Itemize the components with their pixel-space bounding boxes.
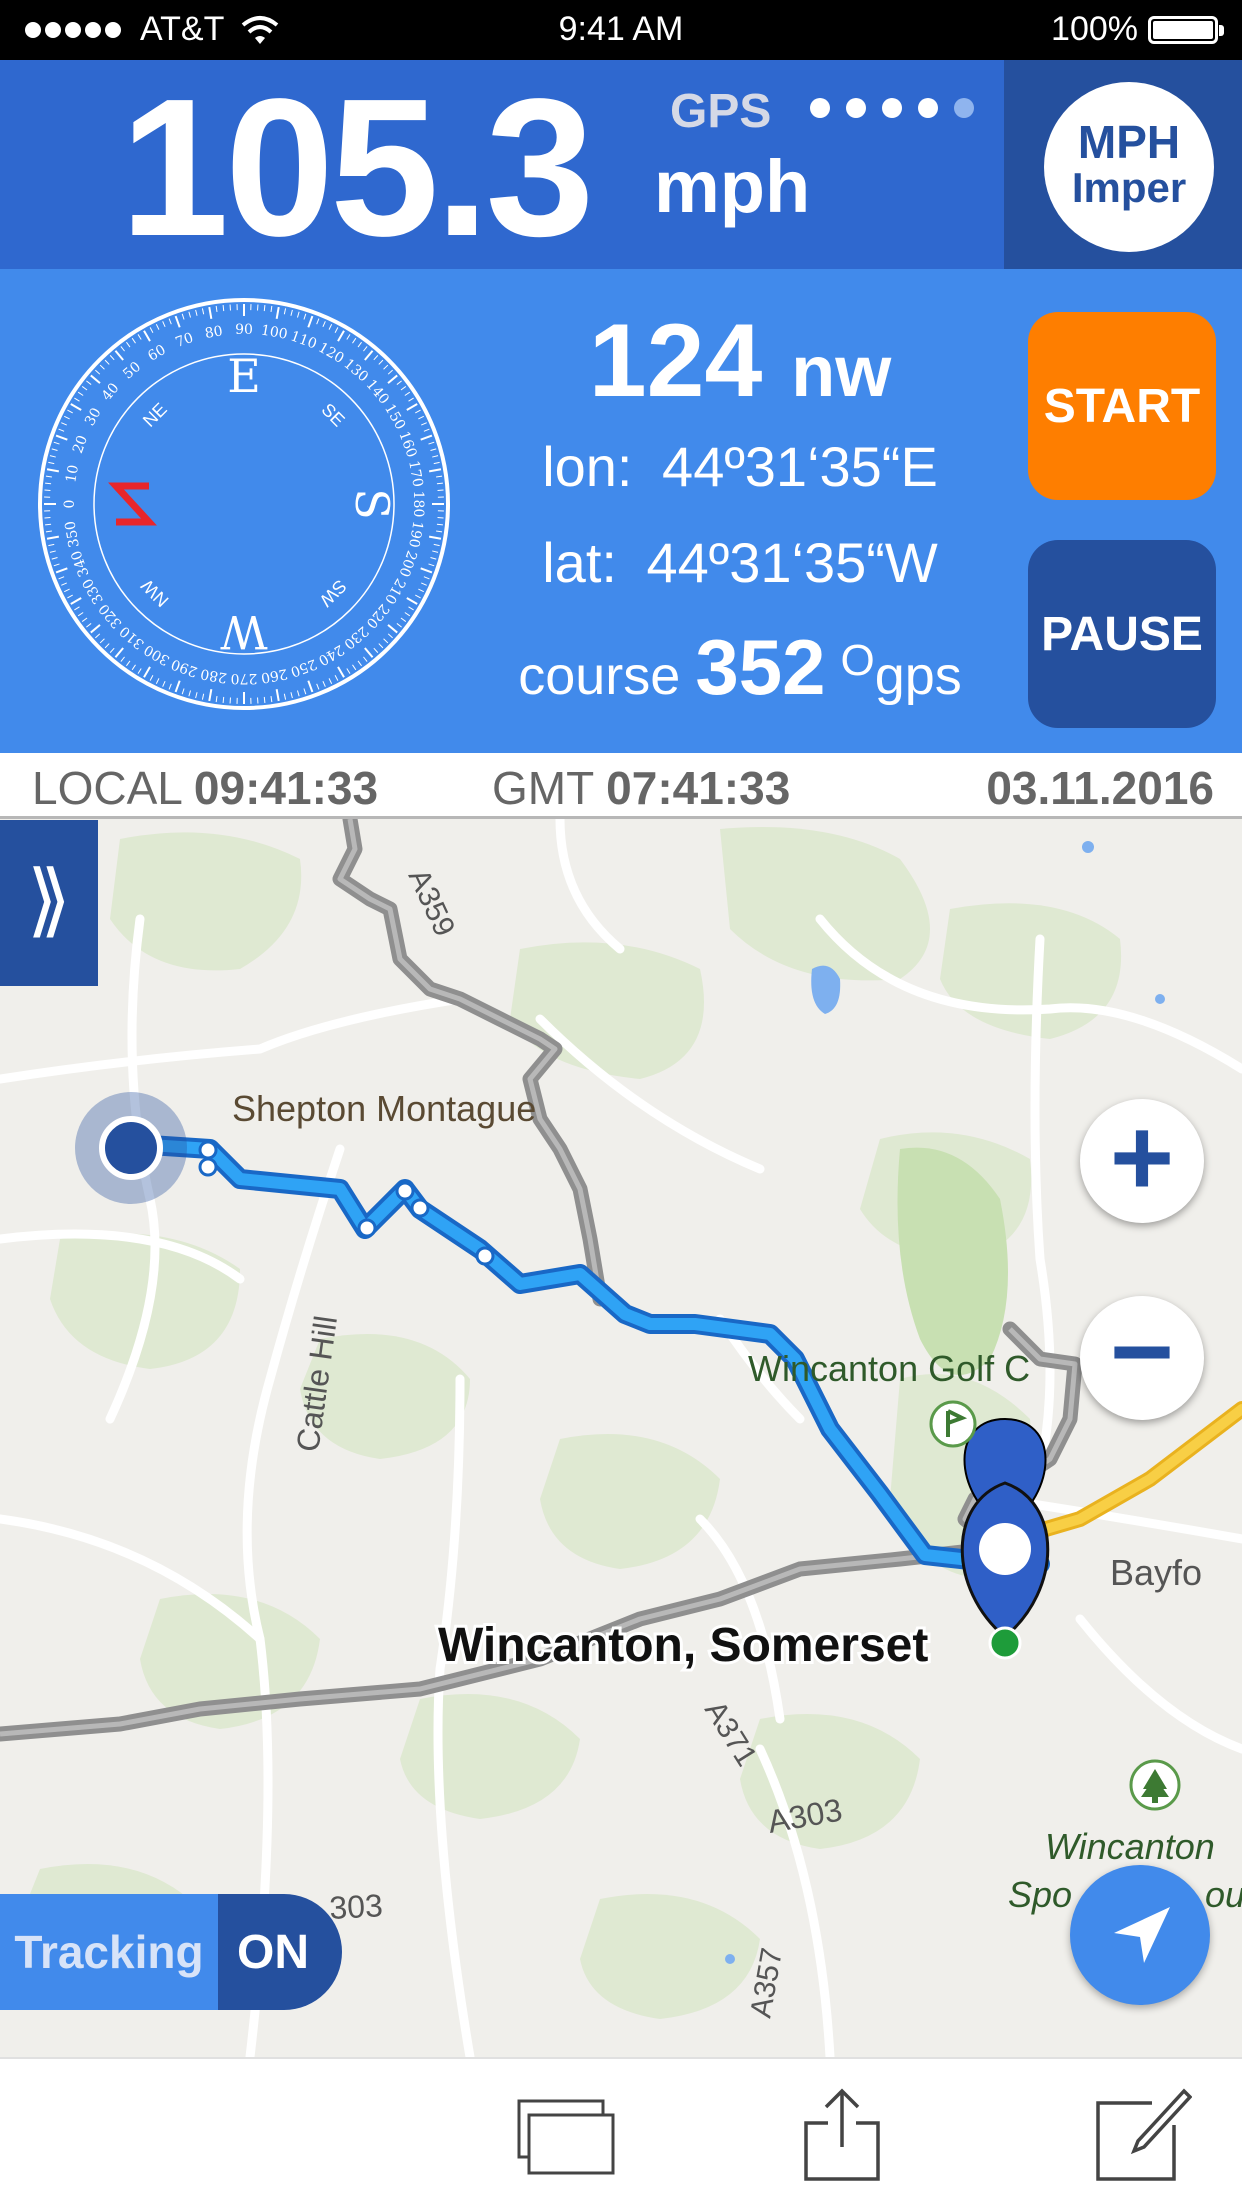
place-label-shepton: Shepton Montague <box>232 1088 536 1129</box>
share-icon[interactable] <box>800 2085 884 2185</box>
speed-value: 105.3 <box>120 58 594 277</box>
destination-pin-icon[interactable] <box>960 1417 1050 1660</box>
gps-strength-dot <box>846 98 866 118</box>
heading-direction: nw <box>791 332 892 412</box>
course-unit: gps <box>874 646 962 706</box>
map-canvas[interactable]: Shepton Montague Wincanton Golf C Wincan… <box>0 819 1242 2057</box>
battery-group: 100% <box>1051 10 1224 49</box>
place-label-bayford: Bayfo <box>1110 1552 1202 1593</box>
longitude-readout: lon: 44º31‘35“E <box>470 434 1010 499</box>
degree-symbol: O <box>840 636 875 685</box>
time-bar: LOCAL 09:41:33 GMT 07:41:33 03.11.2016 <box>0 753 1242 819</box>
course-label: course <box>518 646 681 706</box>
place-label-wincanton: Wincanton, Somerset <box>438 1619 928 1672</box>
compass-degree-label: 180 <box>410 491 426 518</box>
compass-tick <box>45 482 52 485</box>
gmt-time-label: GMT <box>492 762 594 814</box>
edit-icon[interactable] <box>1092 2085 1192 2185</box>
gps-strength-dot <box>882 98 902 118</box>
unit-toggle-button[interactable]: MPH Imper <box>1044 82 1214 252</box>
local-time-value: 09:41:33 <box>193 762 379 814</box>
tracking-state: ON <box>218 1894 342 2010</box>
zoom-in-button[interactable]: + <box>1080 1099 1204 1223</box>
tree-icon <box>1129 1759 1181 1811</box>
route-waypoint[interactable] <box>198 1157 218 1177</box>
local-time-label: LOCAL <box>32 762 182 814</box>
compass-tick <box>222 305 225 312</box>
current-location-dot[interactable] <box>99 1116 163 1180</box>
road-label-a359: A359 <box>402 864 462 941</box>
lon-label: lon: <box>542 435 633 498</box>
unit-button-line2: Imper <box>1071 164 1187 211</box>
status-bar: AT&T 9:41 AM 100% <box>0 0 1242 60</box>
map-view[interactable]: Shepton Montague Wincanton Golf C Wincan… <box>0 819 1242 2057</box>
route-waypoint[interactable] <box>357 1218 377 1238</box>
golf-icon <box>929 1400 977 1448</box>
compass-degree-label: 270 <box>231 670 258 686</box>
battery-icon <box>1148 15 1224 44</box>
compass-tick <box>263 305 266 312</box>
gmt-time-value: 07:41:33 <box>606 762 791 814</box>
compass-degree-label: 90 <box>235 322 253 338</box>
bottom-toolbar <box>0 2057 1242 2208</box>
battery-percent: 100% <box>1051 10 1138 48</box>
lat-value: 44º31‘35“W <box>646 531 938 594</box>
tracking-toggle[interactable]: Tracking ON <box>0 1894 342 2010</box>
gps-strength-dot <box>918 98 938 118</box>
route-waypoint[interactable] <box>198 1140 218 1160</box>
navigation-arrow-icon <box>1114 1907 1170 1963</box>
compass-tick <box>45 523 52 526</box>
course-readout: course 352 Ogps <box>470 622 1010 713</box>
compass-tick <box>222 696 225 703</box>
route-waypoint[interactable] <box>395 1181 415 1201</box>
gps-strength-dot <box>810 98 830 118</box>
compass-label-w: W <box>220 605 268 659</box>
local-time: LOCAL 09:41:33 <box>32 761 378 815</box>
route-waypoint[interactable] <box>475 1246 495 1266</box>
unit-button-line1: MPH <box>1077 116 1181 168</box>
my-location-button[interactable] <box>1070 1865 1210 2005</box>
windows-icon[interactable] <box>515 2097 615 2177</box>
lon-value: 44º31‘35“E <box>662 435 938 498</box>
place-label-sports1: Wincanton <box>1045 1826 1215 1867</box>
compass-tick <box>436 482 443 485</box>
gps-source-label: GPS <box>670 85 772 138</box>
route-waypoint[interactable] <box>410 1198 430 1218</box>
place-label-sports3: ou <box>1205 1874 1242 1915</box>
heading-value: 124 <box>588 303 763 419</box>
gps-strength-dot <box>954 98 974 118</box>
heading-readout: 124 nw <box>470 302 1010 421</box>
zoom-out-button[interactable]: − <box>1080 1296 1204 1420</box>
compass-degree-label: 0 <box>62 500 78 509</box>
latitude-readout: lat: 44º31‘35“W <box>470 530 1010 595</box>
place-label-golf: Wincanton Golf C <box>748 1348 1030 1389</box>
speed-unit: mph <box>654 145 811 228</box>
compass-dial: 010203040506070 80 90 100 110120130140150160… <box>38 298 450 710</box>
gps-strength-indicator <box>810 98 974 118</box>
date-value: 03.11.2016 <box>986 762 1214 814</box>
compass-label-e: E <box>227 349 261 403</box>
compass-degree-label: 10 <box>63 464 82 484</box>
place-label-sports2: Spo <box>1008 1874 1072 1915</box>
gmt-time: GMT 07:41:33 <box>492 761 790 815</box>
sidebar-toggle-button[interactable]: ⟫ <box>0 820 98 986</box>
compass-tick <box>436 523 443 526</box>
compass-degree-label: 80 <box>204 323 224 342</box>
compass-label-s: S <box>345 488 399 520</box>
tracking-label: Tracking <box>0 1894 218 2010</box>
pause-button[interactable]: PAUSE <box>1028 540 1216 728</box>
compass-tick <box>263 696 266 703</box>
course-value: 352 <box>695 623 826 711</box>
road-label-a303b: 303 <box>328 1887 383 1926</box>
road-label-a371: A371 <box>698 1695 763 1772</box>
lat-label: lat: <box>542 531 617 594</box>
start-button[interactable]: START <box>1028 312 1216 500</box>
